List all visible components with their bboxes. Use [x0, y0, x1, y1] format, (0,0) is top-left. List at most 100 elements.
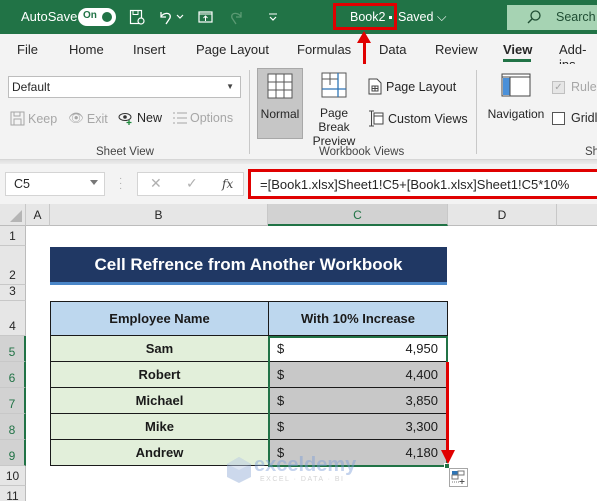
amount-cell[interactable]: $4,950 [268, 336, 448, 362]
formula-input[interactable]: =[Book1.xlsx]Sheet1!C5+[Book1.xlsx]Sheet… [248, 169, 597, 199]
save-icon[interactable] [128, 8, 146, 26]
page-break-preview-button[interactable]: Page Break Preview [303, 68, 365, 148]
page-break-label: Page Break Preview [303, 106, 365, 148]
ribbon: Default ▼ Keep 👁 Exit New Options Sheet … [0, 64, 597, 160]
auto-fill-options-icon [451, 470, 465, 484]
row-header-7[interactable]: 7 [0, 388, 26, 414]
page-break-label-line1: Page Break [318, 106, 350, 134]
sheet-view-select[interactable]: Default ▼ [8, 76, 241, 98]
custom-views-button[interactable]: Custom Views [368, 110, 468, 127]
sheet-title[interactable]: Cell Refrence from Another Workbook [50, 247, 447, 285]
insert-function-icon[interactable]: fx [222, 177, 233, 191]
select-all-button[interactable] [0, 204, 26, 226]
row-header-11[interactable]: 11 [0, 486, 26, 501]
navigation-label: Navigation [487, 107, 545, 121]
row-number: 10 [5, 469, 20, 483]
checkmark-icon: ✓ [552, 80, 565, 94]
cancel-icon[interactable]: ✕ [150, 175, 162, 192]
worksheet-grid: A B C D 1 2 3 4 5 6 7 8 9 10 11 Cell Ref… [0, 204, 597, 501]
normal-label: Normal [260, 107, 300, 121]
group-separator [476, 70, 477, 154]
amount-value: 4,400 [405, 367, 438, 382]
tab-home[interactable]: Home [69, 42, 104, 57]
row-header-1[interactable]: 1 [0, 226, 26, 246]
table-header-increase[interactable]: With 10% Increase [268, 301, 448, 336]
column-header-c[interactable]: C [268, 204, 448, 226]
name-box-value: C5 [14, 177, 30, 191]
column-header-e[interactable] [557, 204, 597, 226]
employee-name-cell[interactable]: Robert [50, 362, 268, 388]
tab-formulas[interactable]: Formulas [297, 42, 351, 57]
tab-data[interactable]: Data [379, 42, 406, 57]
autosave-toggle[interactable]: On [78, 8, 116, 26]
column-header-b[interactable]: B [50, 204, 268, 226]
row-number: 7 [8, 397, 16, 411]
row-number: 8 [8, 423, 16, 437]
gridlines-label: Gridli [571, 111, 597, 125]
row-header-6[interactable]: 6 [0, 362, 26, 388]
column-header-d[interactable]: D [448, 204, 557, 226]
search-box[interactable]: Search [507, 5, 597, 30]
ruler-label: Ruler [571, 80, 597, 94]
chevron-down-icon: ▼ [226, 82, 234, 91]
ribbon-tabs: File Home Insert Page Layout Formulas Da… [0, 34, 597, 72]
group-label-workbook-views: Workbook Views [319, 146, 405, 158]
customize-toolbar-icon[interactable] [268, 8, 278, 26]
employee-name-cell[interactable]: Michael [50, 388, 268, 414]
employee-name-cell[interactable]: Andrew [50, 440, 268, 466]
amount-cell[interactable]: $3,850 [268, 388, 448, 414]
normal-view-button[interactable]: Normal [257, 68, 303, 139]
undo-dropdown-icon[interactable] [175, 8, 185, 26]
navigation-pane-icon [501, 73, 531, 97]
sheet-view-value: Default [12, 80, 51, 94]
row-header-3[interactable]: 3 [0, 284, 26, 301]
page-layout-view-button[interactable]: Page Layout [368, 78, 456, 95]
employee-name-cell[interactable]: Sam [50, 336, 268, 362]
tab-page-layout[interactable]: Page Layout [196, 42, 269, 57]
formula-bar: C5 · · · ✕ ✓ fx =[Book1.xlsx]Sheet1!C5+[Bo… [0, 164, 597, 204]
exit-button: 👁 Exit [68, 111, 108, 126]
document-name[interactable]: Book2 [350, 10, 385, 24]
tab-insert[interactable]: Insert [133, 42, 166, 57]
employee-name-cell[interactable]: Mike [50, 414, 268, 440]
currency-symbol: $ [277, 367, 285, 382]
list-icon [173, 112, 187, 124]
row-header-5[interactable]: 5 [0, 336, 26, 362]
navigation-button[interactable]: Navigation [485, 68, 547, 139]
annotation-arrowhead-down [441, 450, 455, 464]
search-icon [527, 10, 541, 27]
tab-review[interactable]: Review [435, 42, 478, 57]
row-number: 2 [9, 268, 16, 282]
toggle-knob [102, 12, 112, 22]
amount-value: 3,300 [405, 419, 438, 434]
screen-icon[interactable] [197, 8, 215, 26]
row-number: 3 [9, 284, 16, 298]
amount-cell[interactable]: $4,180 [268, 440, 448, 466]
row-header-9[interactable]: 9 [0, 440, 26, 466]
undo-icon[interactable] [157, 8, 175, 26]
splitter-handle[interactable]: · · · [119, 174, 122, 194]
amount-cell[interactable]: $3,300 [268, 414, 448, 440]
gridlines-checkbox[interactable]: Gridli [552, 111, 597, 125]
tab-view[interactable]: View [503, 42, 532, 57]
save-status[interactable]: Saved ⌵ [398, 10, 446, 25]
new-sheet-view-button[interactable]: New [118, 111, 162, 125]
currency-symbol: $ [277, 419, 285, 434]
enter-icon[interactable]: ✓ [186, 175, 198, 192]
auto-fill-options-button[interactable] [449, 468, 468, 487]
group-label-sheet-view: Sheet View [96, 146, 154, 158]
row-header-10[interactable]: 10 [0, 466, 26, 486]
eye-x-icon: 👁 [68, 111, 84, 125]
group-separator [249, 70, 250, 154]
table-header-employee-name[interactable]: Employee Name [50, 301, 268, 336]
row-header-8[interactable]: 8 [0, 414, 26, 440]
column-header-a[interactable]: A [26, 204, 50, 226]
row-header-2[interactable]: 2 [0, 246, 26, 285]
annotation-arrowhead-up [357, 31, 371, 43]
name-box[interactable]: C5 [5, 172, 105, 196]
chevron-down-icon: ⌵ [436, 10, 447, 24]
options-label: Options [190, 111, 234, 125]
tab-file[interactable]: File [17, 42, 38, 57]
row-header-4[interactable]: 4 [0, 301, 26, 336]
amount-cell[interactable]: $4,400 [268, 362, 448, 388]
